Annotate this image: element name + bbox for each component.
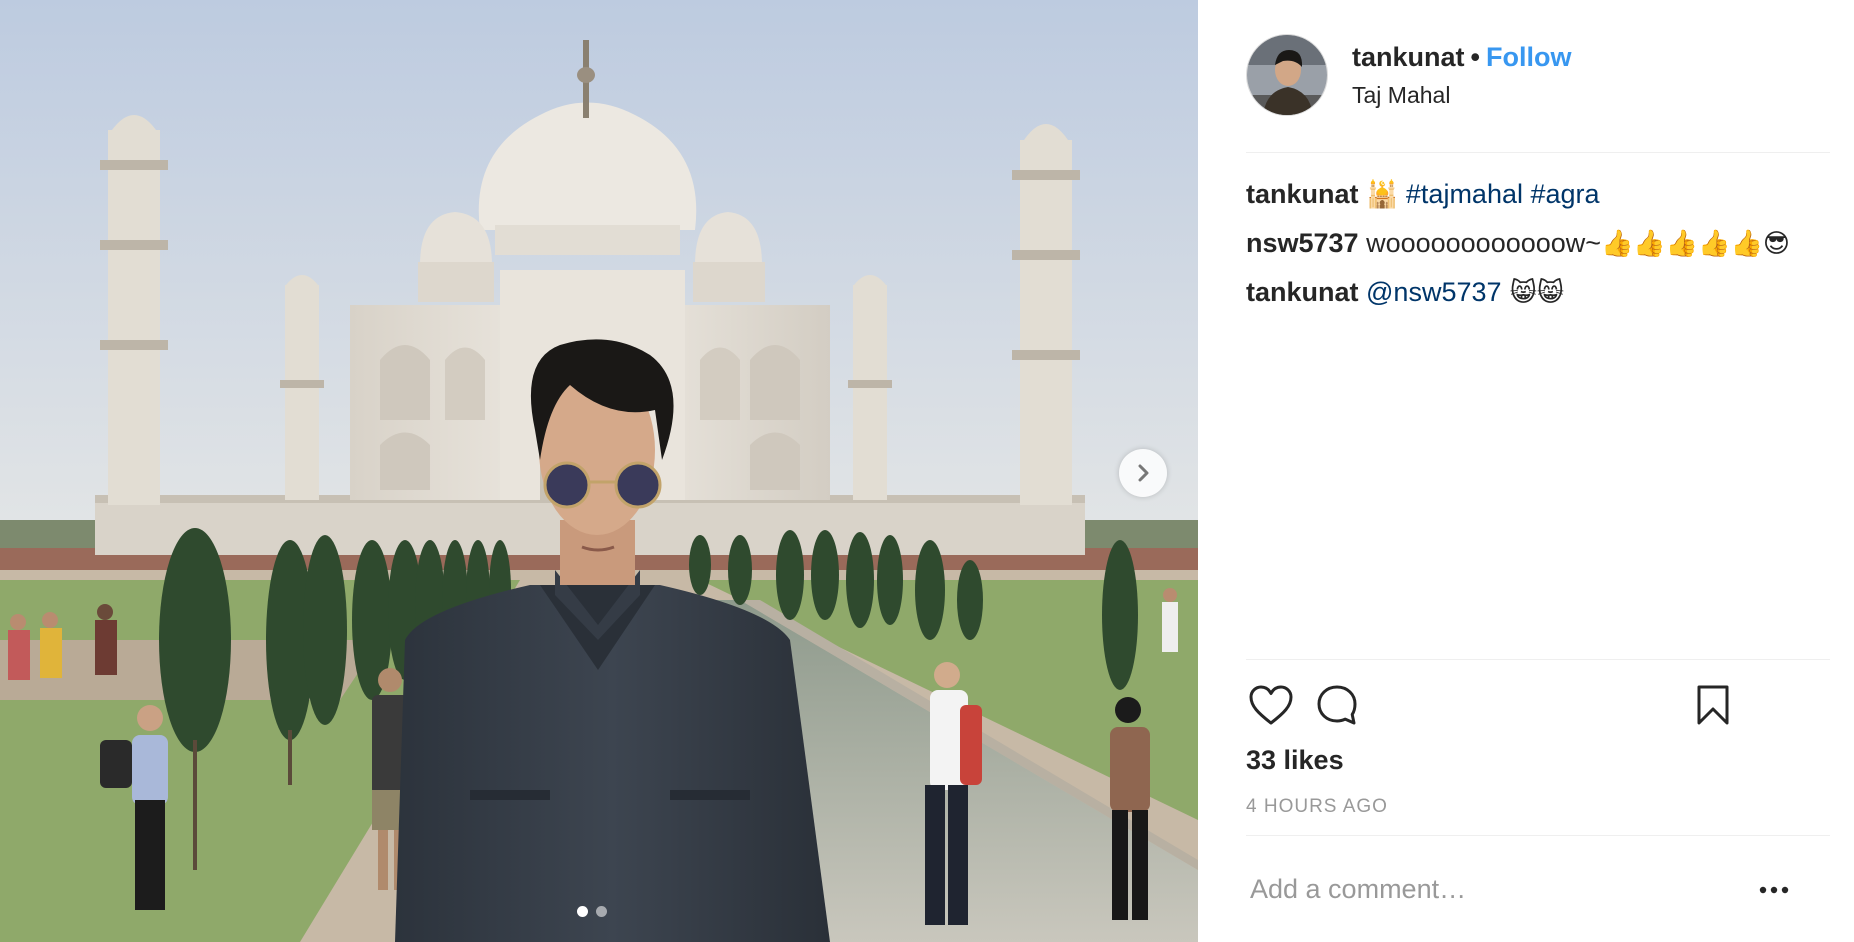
comment-item: tankunat @nsw5737 😸😸 [1246,274,1830,311]
comment-item: nsw5737 woooooooooooow~👍👍👍👍👍😎 [1246,225,1830,262]
comment-button[interactable] [1312,680,1362,730]
instagram-post: tankunat • Follow Taj Mahal tankunat 🕌 #ta… [0,0,1854,942]
comments-list: tankunat 🕌 #tajmahal #agra nsw5737 woooo… [1246,176,1830,323]
avatar-image [1247,35,1327,115]
likes-count[interactable]: 33 likes [1246,745,1344,776]
post-actions [1246,680,1830,730]
carousel-dot [596,906,607,917]
post-location[interactable]: Taj Mahal [1352,82,1571,109]
avatar[interactable] [1246,34,1328,116]
next-photo-button[interactable] [1119,449,1167,497]
post-author-username[interactable]: tankunat [1352,42,1465,72]
comment-mention[interactable]: @nsw5737 [1359,277,1502,307]
taj-mahal-photo [0,0,1198,942]
comment-emoji: 🕌 [1366,180,1399,210]
more-options-button[interactable] [1754,872,1794,908]
comment-username[interactable]: tankunat [1246,179,1359,209]
carousel-indicator [577,906,607,917]
more-options-icon [1759,886,1789,894]
post-timestamp: 4 HOURS AGO [1246,796,1388,817]
carousel-dot-active [577,906,588,917]
follow-button[interactable]: Follow [1486,42,1571,72]
add-comment-input[interactable] [1250,867,1730,911]
bookmark-icon [1697,685,1729,725]
post-photo[interactable] [0,0,1198,942]
header-title-line: tankunat • Follow [1352,40,1571,74]
comment-item: tankunat 🕌 #tajmahal #agra [1246,176,1830,213]
save-button[interactable] [1688,680,1738,730]
actions-divider [1246,659,1830,660]
comment-username[interactable]: nsw5737 [1246,228,1359,258]
comment-bubble-icon [1317,685,1357,725]
comment-hashtags[interactable]: #tajmahal #agra [1398,179,1600,209]
comment-text: woooooooooooow~ [1358,228,1602,258]
comment-box-divider [1246,835,1830,836]
comment-emoji: 😸😸 [1501,278,1564,308]
like-button[interactable] [1246,680,1296,730]
comment-username[interactable]: tankunat [1246,277,1359,307]
heart-icon [1249,685,1293,725]
chevron-right-icon [1138,464,1149,482]
post-header: tankunat • Follow Taj Mahal [1246,34,1830,152]
separator-bullet: • [1470,42,1480,72]
comment-emoji: 👍👍👍👍👍😎 [1601,229,1791,259]
header-divider [1246,152,1830,153]
header-text: tankunat • Follow Taj Mahal [1352,40,1571,109]
post-side-panel: tankunat • Follow Taj Mahal tankunat 🕌 #ta… [1198,0,1854,942]
